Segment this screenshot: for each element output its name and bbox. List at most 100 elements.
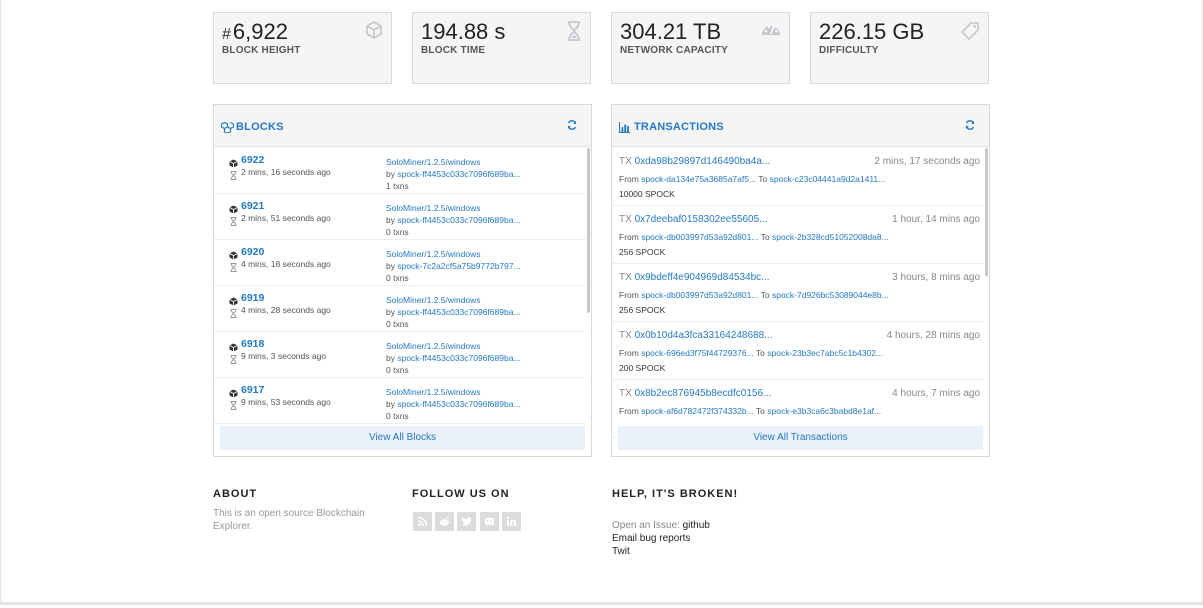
from-address-link[interactable]: spock-da134e75a3685a7af5... bbox=[641, 174, 756, 184]
hash-prefix: # bbox=[222, 26, 231, 43]
tx-from-to: From spock-db003997d53a92d801... To spoc… bbox=[619, 232, 889, 242]
block-row: 6917 9 mins, 53 seconds ago SoloMiner/1.2.… bbox=[214, 378, 586, 424]
by-prefix: by bbox=[386, 261, 398, 271]
scrollbar[interactable] bbox=[587, 148, 590, 313]
transaction-row: TX 0x0b10d4a3fca33164248688... 4 hours, 2… bbox=[612, 322, 984, 380]
tx-prefix: TX bbox=[619, 330, 635, 341]
about-text: This is an open source Blockchain Explor… bbox=[213, 508, 365, 532]
to-label: To bbox=[758, 290, 772, 300]
hourglass-icon bbox=[230, 351, 237, 369]
block-number-link[interactable]: 6920 bbox=[241, 246, 264, 258]
miner-link[interactable]: SoloMiner/1.2.5/windows bbox=[386, 341, 481, 351]
to-label: To bbox=[753, 406, 768, 416]
tx-hash-line: TX 0x8b2ec876945b8ecdfc0156... bbox=[619, 388, 771, 399]
linkedin-icon[interactable] bbox=[502, 512, 521, 531]
from-label: From bbox=[619, 232, 642, 242]
block-by: by spock-ff4453c033c7096f689ba... bbox=[386, 215, 521, 225]
view-all-transactions-button[interactable]: View All Transactions bbox=[618, 426, 983, 450]
miner-address-link[interactable]: spock-ff4453c033c7096f689ba... bbox=[397, 353, 520, 363]
refresh-icon[interactable] bbox=[965, 117, 975, 135]
tx-time: 4 hours, 7 mins ago bbox=[892, 388, 980, 399]
tx-hash-link[interactable]: 0xda98b29897d146490ba4a... bbox=[635, 156, 771, 167]
tx-time: 2 mins, 17 seconds ago bbox=[874, 156, 980, 167]
tx-from-to: From spock-af6d782472f374332b... To spoc… bbox=[619, 406, 881, 416]
hourglass-icon bbox=[566, 21, 582, 46]
to-address-link[interactable]: spock-e3b3ca6c3babd8e1af... bbox=[767, 406, 881, 416]
to-address-link[interactable]: spock-7d926bc53089044e8b... bbox=[772, 290, 889, 300]
block-time: 9 mins, 53 seconds ago bbox=[241, 397, 331, 407]
blocks-panel-header: BLOCKS bbox=[214, 105, 591, 147]
tx-amount: 256 SPOCK bbox=[619, 305, 666, 315]
miner-link[interactable]: SoloMiner/1.2.5/windows bbox=[386, 387, 481, 397]
hourglass-icon bbox=[230, 259, 237, 277]
by-prefix: by bbox=[386, 307, 398, 317]
miner-link[interactable]: SoloMiner/1.2.5/windows bbox=[386, 157, 481, 167]
tx-time: 4 hours, 28 mins ago bbox=[886, 330, 980, 341]
block-number-link[interactable]: 6918 bbox=[241, 338, 264, 350]
from-address-link[interactable]: spock-696ed3f75f44729376... bbox=[641, 348, 753, 358]
block-row: 6921 2 mins, 51 seconds ago SoloMiner/1.2.… bbox=[214, 194, 586, 240]
cubes-icon bbox=[220, 120, 235, 138]
transactions-panel: TRANSACTIONS TX 0xda98b29897d146490ba4a.… bbox=[611, 104, 990, 457]
block-txns: 0 txns bbox=[386, 365, 409, 375]
block-row: 6920 4 mins, 18 seconds ago SoloMiner/1.2.… bbox=[214, 240, 586, 286]
tx-hash-link[interactable]: 0x8b2ec876945b8ecdfc0156... bbox=[635, 388, 772, 399]
block-time: 4 mins, 18 seconds ago bbox=[241, 259, 331, 269]
from-address-link[interactable]: spock-db003997d53a92d801... bbox=[641, 290, 758, 300]
block-row: 6922 2 mins, 16 seconds ago SoloMiner/1.2.… bbox=[214, 148, 586, 194]
block-number-link[interactable]: 6919 bbox=[241, 292, 264, 304]
twitter-icon[interactable] bbox=[457, 512, 476, 531]
block-number-link[interactable]: 6921 bbox=[241, 200, 264, 212]
miner-address-link[interactable]: spock-ff4453c033c7096f689ba... bbox=[397, 307, 520, 317]
transaction-row: TX 0x9bdeff4e904969d84534bc... 3 hours, 8… bbox=[612, 264, 984, 322]
tx-time: 3 hours, 8 mins ago bbox=[892, 272, 980, 283]
email-bug-reports-link[interactable]: Email bug reports bbox=[612, 533, 690, 544]
block-txns: 0 txns bbox=[386, 319, 409, 329]
tx-prefix: TX bbox=[619, 272, 635, 283]
refresh-icon[interactable] bbox=[567, 117, 577, 135]
tx-prefix: TX bbox=[619, 214, 635, 225]
block-by: by spock-7c2a2cf5a75b9772b797... bbox=[386, 261, 521, 271]
reddit-icon[interactable] bbox=[435, 512, 454, 531]
block-number-link[interactable]: 6922 bbox=[241, 154, 264, 166]
stat-label: BLOCK HEIGHT bbox=[222, 45, 301, 56]
to-label: To bbox=[758, 232, 772, 242]
to-address-link[interactable]: spock-c23c04441a9d2a1411... bbox=[770, 174, 886, 184]
page-frame bbox=[0, 0, 1203, 605]
from-address-link[interactable]: spock-db003997d53a92d801... bbox=[641, 232, 758, 242]
tx-amount: 10000 SPOCK bbox=[619, 189, 675, 199]
miner-address-link[interactable]: spock-ff4453c033c7096f689ba... bbox=[397, 399, 520, 409]
from-label: From bbox=[619, 348, 642, 358]
miner-address-link[interactable]: spock-7c2a2cf5a75b9772b797... bbox=[397, 261, 520, 271]
scrollbar[interactable] bbox=[985, 148, 988, 276]
miner-address-link[interactable]: spock-ff4453c033c7096f689ba... bbox=[397, 215, 520, 225]
from-label: From bbox=[619, 290, 642, 300]
to-address-link[interactable]: spock-23b3ec7abc5c1b4302... bbox=[767, 348, 883, 358]
from-address-link[interactable]: spock-af6d782472f374332b... bbox=[641, 406, 753, 416]
hourglass-icon bbox=[230, 167, 237, 185]
tx-hash-link[interactable]: 0x7deebaf0158302ee55605... bbox=[635, 214, 768, 225]
view-all-blocks-button[interactable]: View All Blocks bbox=[220, 426, 585, 450]
blocks-panel: BLOCKS 6922 2 mins, 16 seconds ago SoloMin… bbox=[213, 104, 592, 457]
block-number-link[interactable]: 6917 bbox=[241, 384, 264, 396]
tx-hash-link[interactable]: 0x0b10d4a3fca33164248688... bbox=[635, 330, 773, 341]
tx-hash-line: TX 0x0b10d4a3fca33164248688... bbox=[619, 330, 772, 341]
stat-label: NETWORK CAPACITY bbox=[620, 45, 729, 56]
to-address-link[interactable]: spock-2b328cd51052008da8... bbox=[772, 232, 889, 242]
block-txns: 0 txns bbox=[386, 273, 409, 283]
tx-from-to: From spock-696ed3f75f44729376... To spoc… bbox=[619, 348, 883, 358]
open-issue-line: Open an Issue: github bbox=[612, 520, 710, 531]
by-prefix: by bbox=[386, 399, 398, 409]
tx-hash-line: TX 0x9bdeff4e904969d84534bc... bbox=[619, 272, 770, 283]
tx-hash-link[interactable]: 0x9bdeff4e904969d84534bc... bbox=[635, 272, 770, 283]
miner-link[interactable]: SoloMiner/1.2.5/windows bbox=[386, 249, 481, 259]
from-label: From bbox=[619, 174, 642, 184]
miner-link[interactable]: SoloMiner/1.2.5/windows bbox=[386, 203, 481, 213]
rss-icon[interactable] bbox=[413, 512, 432, 531]
twit-link[interactable]: Twit bbox=[612, 546, 630, 557]
github-issue-link[interactable]: github bbox=[683, 520, 710, 531]
miner-link[interactable]: SoloMiner/1.2.5/windows bbox=[386, 295, 481, 305]
tx-amount: 256 SPOCK bbox=[619, 247, 666, 257]
github-icon[interactable] bbox=[480, 512, 499, 531]
miner-address-link[interactable]: spock-ff4453c033c7096f689ba... bbox=[397, 169, 520, 179]
